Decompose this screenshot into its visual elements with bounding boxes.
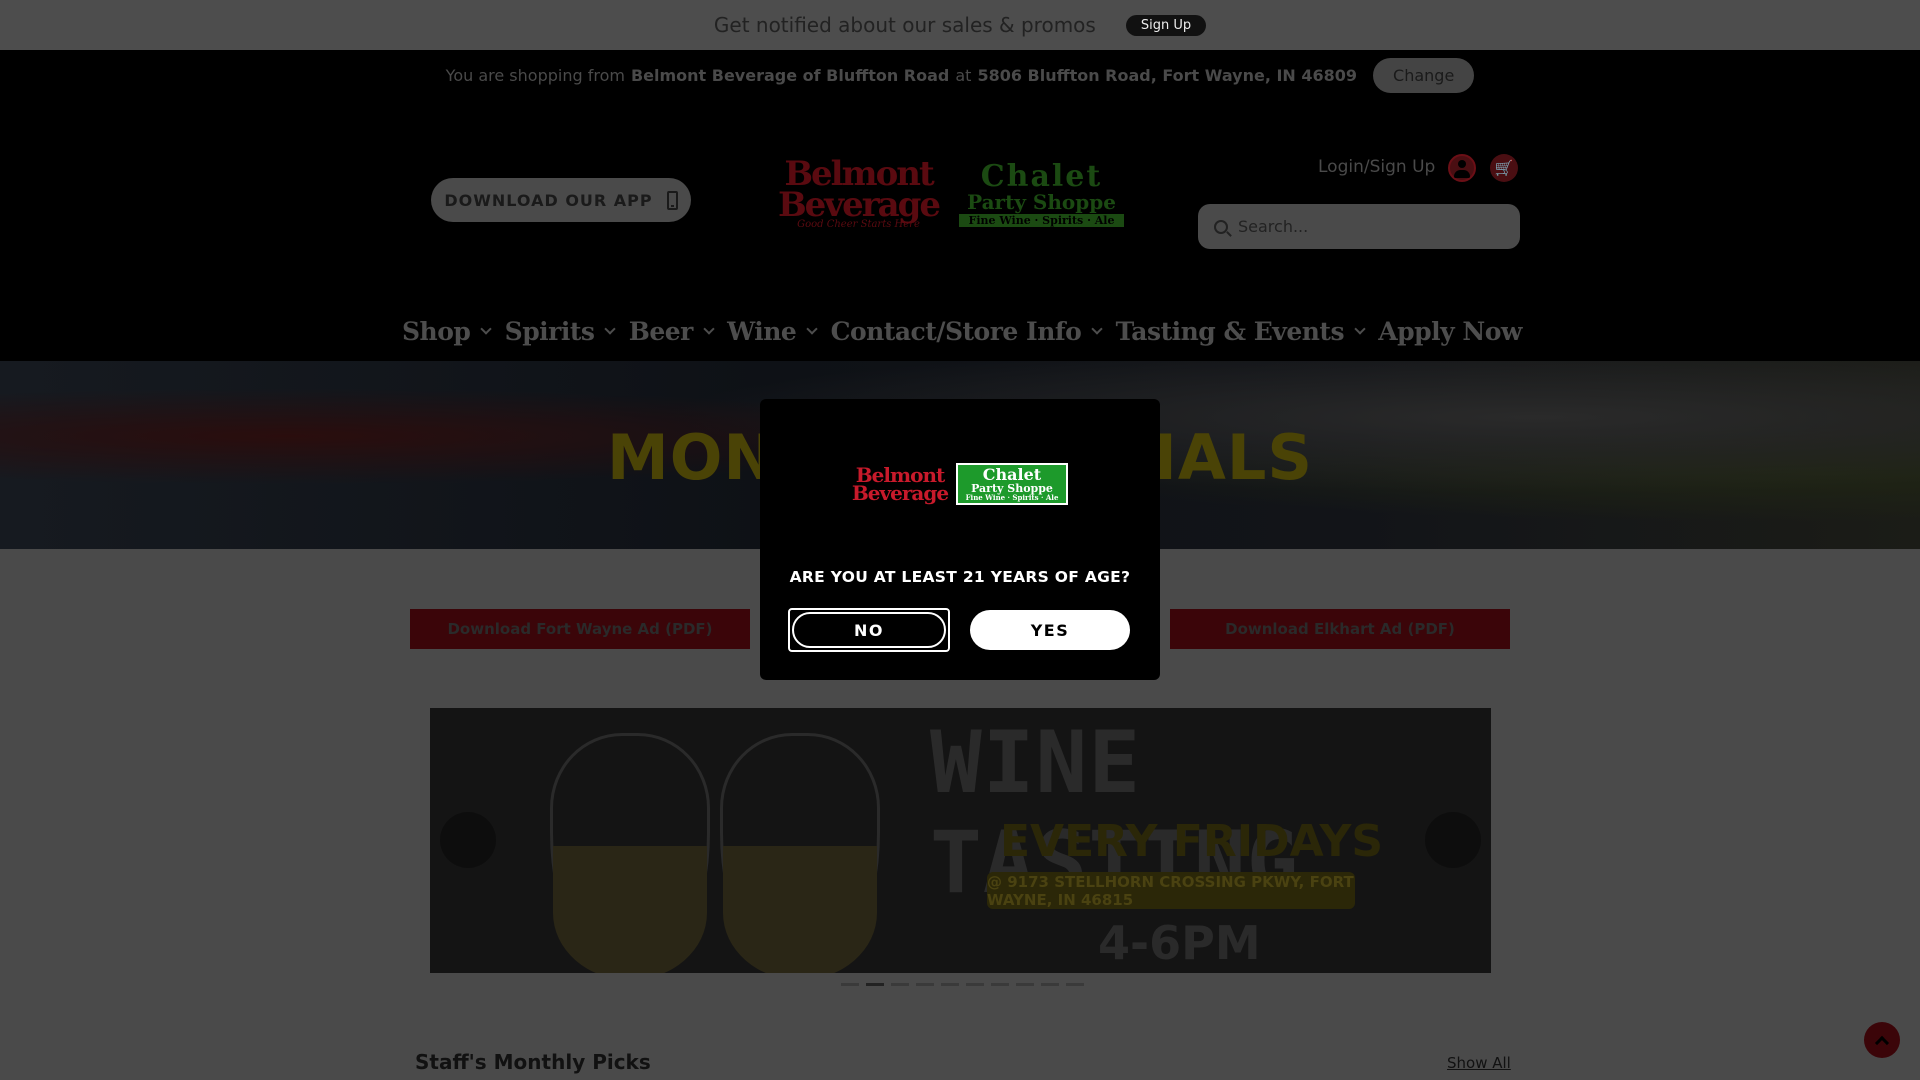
promo-text: Get notified about our sales & promos (713, 13, 1096, 37)
download-app-label: DOWNLOAD OUR APP (444, 190, 653, 210)
site-header: You are shopping from Belmont Beverage o… (0, 50, 1920, 361)
nav-item-beer[interactable]: Beer (628, 316, 715, 346)
age-question: ARE YOU AT LEAST 21 YEARS OF AGE? (789, 568, 1131, 586)
search-bar (1198, 204, 1520, 249)
download-app-button[interactable]: DOWNLOAD OUR APP (431, 178, 691, 222)
nav-label: Spirits (504, 316, 595, 346)
nav-label: Apply Now (1378, 316, 1522, 346)
carousel-dot[interactable] (891, 983, 909, 986)
chalet-line1: Chalet (980, 158, 1103, 194)
store-name: Belmont Beverage of Bluffton Road (630, 66, 950, 85)
search-input[interactable] (1238, 217, 1498, 236)
nav-item-apply-now[interactable]: Apply Now (1378, 317, 1522, 346)
carousel-dot[interactable] (966, 983, 984, 986)
nav-item-spirits[interactable]: Spirits (504, 316, 617, 346)
chevron-down-icon (480, 323, 493, 335)
age-verification-modal: Belmont Beverage Chalet Party Shoppe Fin… (760, 399, 1160, 680)
nav-item-tasting-events[interactable]: Tasting & Events (1115, 316, 1366, 346)
chevron-down-icon (703, 323, 715, 335)
wine-glass-image (720, 733, 880, 973)
login-signup-link[interactable]: Login/Sign Up (1318, 157, 1435, 177)
account-icon[interactable] (1448, 154, 1476, 182)
show-all-link[interactable]: Show All (1447, 1054, 1511, 1072)
carousel-dot[interactable] (1041, 983, 1059, 986)
modal-chalet-line3: Fine Wine · Spirits · Ale (965, 493, 1059, 502)
carousel-dot[interactable] (991, 983, 1009, 986)
scroll-to-top-button[interactable] (1864, 1022, 1900, 1058)
change-store-button[interactable]: Change (1373, 58, 1475, 93)
download-elkhart-ad-button[interactable]: Download Elkhart Ad (PDF) (1170, 609, 1510, 649)
carousel-dot[interactable] (1016, 983, 1034, 986)
carousel-dot[interactable] (866, 983, 884, 986)
download-fort-wayne-ad-button[interactable]: Download Fort Wayne Ad (PDF) (410, 609, 750, 649)
nav-label: Beer (628, 316, 694, 346)
age-no-label: NO (792, 612, 946, 648)
age-yes-button[interactable]: YES (970, 610, 1130, 650)
modal-chalet-logo: Chalet Party Shoppe Fine Wine · Spirits … (956, 463, 1068, 505)
nav-item-wine[interactable]: Wine (727, 316, 818, 346)
phone-icon (666, 190, 678, 210)
chalet-line3: Fine Wine · Spirits · Ale (958, 213, 1125, 227)
carousel-dot[interactable] (841, 983, 859, 986)
main-nav: Shop Spirits Beer Wine Contact/Store Inf… (402, 311, 1522, 351)
carousel-dots (841, 983, 1084, 986)
chalet-line2: Party Shoppe (967, 189, 1116, 214)
belmont-tagline: Good Cheer Starts Here (797, 219, 920, 231)
belmont-logo: Belmont Beverage Good Cheer Starts Here (776, 155, 941, 233)
cart-icon[interactable]: 🛒 (1490, 154, 1518, 182)
site-logo[interactable]: Belmont Beverage Good Cheer Starts Here … (776, 153, 1136, 235)
banner-time: 4-6PM (1098, 916, 1261, 970)
chalet-logo: Chalet Party Shoppe Fine Wine · Spirits … (949, 159, 1134, 229)
nav-label: Tasting & Events (1115, 316, 1345, 346)
banner-subtitle: EVERY FRIDAYS (1000, 816, 1384, 867)
store-at: at (955, 66, 972, 85)
chevron-down-icon (806, 323, 818, 335)
banner-address: @ 9173 STELLHORN CROSSING PKWY, FORT WAY… (987, 872, 1355, 909)
staff-picks-title: Staff's Monthly Picks (415, 1050, 651, 1074)
nav-label: Wine (727, 316, 797, 346)
nav-label: Contact/Store Info (830, 316, 1082, 346)
chevron-down-icon (604, 323, 617, 335)
search-icon[interactable] (1214, 219, 1228, 234)
age-no-button[interactable]: NO (788, 608, 950, 652)
modal-belmont-logo: Belmont Beverage (850, 460, 950, 508)
sign-up-button[interactable]: Sign Up (1125, 14, 1207, 36)
carousel-slide[interactable]: WINE TASTING EVERY FRIDAYS @ 9173 STELLH… (430, 708, 1491, 973)
wine-glass-image (550, 733, 710, 973)
nav-item-contact[interactable]: Contact/Store Info (830, 316, 1103, 346)
nav-label: Shop (402, 316, 471, 346)
carousel-dot[interactable] (916, 983, 934, 986)
chevron-down-icon (1091, 323, 1103, 335)
nav-item-shop[interactable]: Shop (402, 316, 493, 346)
carousel-dot[interactable] (941, 983, 959, 986)
store-prefix: You are shopping from (445, 66, 625, 85)
carousel-prev-button[interactable] (440, 812, 496, 868)
carousel-next-button[interactable] (1425, 812, 1481, 868)
carousel-dot[interactable] (1066, 983, 1084, 986)
promo-bar: Get notified about our sales & promos Si… (0, 0, 1920, 50)
chevron-up-icon (1874, 1035, 1890, 1050)
modal-chalet-line1: Chalet (982, 465, 1042, 484)
belmont-line2: Beverage (777, 184, 941, 225)
modal-belmont-line2: Beverage (851, 481, 949, 505)
chevron-down-icon (1354, 323, 1366, 335)
store-address: 5806 Bluffton Road, Fort Wayne, IN 46809 (977, 66, 1358, 85)
store-location-line: You are shopping from Belmont Beverage o… (0, 58, 1920, 93)
modal-logo: Belmont Beverage Chalet Party Shoppe Fin… (850, 459, 1070, 509)
